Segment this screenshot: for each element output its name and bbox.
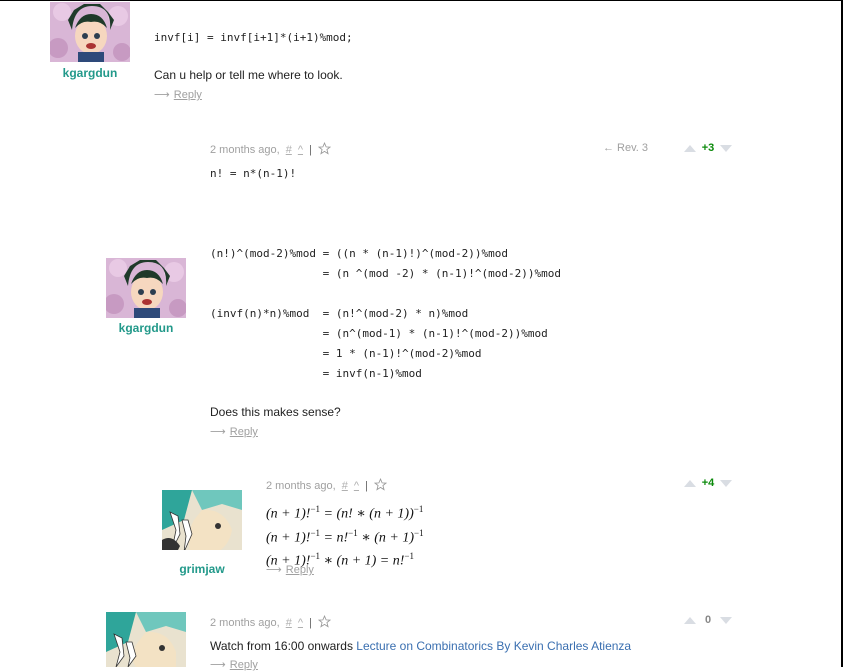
reply-link[interactable]: ⟶ Reply [266, 563, 314, 576]
upvote-icon[interactable] [684, 144, 696, 152]
reply-arrow-icon: ⟶ [266, 564, 282, 576]
top-border [0, 0, 843, 1]
comment-author[interactable]: kgargdun [91, 321, 201, 335]
avatar[interactable] [106, 612, 186, 667]
comment-meta: 2 months ago, # ^ | [266, 478, 387, 492]
comment-time: 2 months ago, [210, 144, 280, 156]
vote-control: +4 [684, 477, 732, 489]
vote-score: 0 [704, 614, 712, 626]
comment-time: 2 months ago, [266, 480, 336, 492]
code-block: n! = n*(n-1)! [210, 167, 297, 180]
star-icon[interactable] [317, 142, 331, 155]
reply-arrow-icon: ⟶ [210, 659, 226, 671]
reply-arrow-icon: ⟶ [154, 89, 170, 101]
comment-author[interactable]: grimjaw [147, 562, 257, 576]
vote-score: +3 [701, 142, 715, 154]
avatar-image [106, 612, 186, 667]
avatar[interactable] [106, 258, 186, 318]
upvote-icon[interactable] [684, 479, 696, 487]
reply-link[interactable]: ⟶ Reply [210, 658, 258, 671]
star-icon[interactable] [373, 478, 387, 491]
reply-link[interactable]: ⟶ Reply [154, 88, 202, 101]
comment-text: Can u help or tell me where to look. [154, 68, 343, 82]
avatar-image [106, 258, 186, 318]
star-icon[interactable] [317, 615, 331, 628]
meta-separator: | [309, 144, 312, 156]
vote-score: +4 [701, 477, 715, 489]
comment-time: 2 months ago, [210, 617, 280, 629]
upvote-icon[interactable] [684, 616, 696, 624]
comment-text: Watch from 16:00 onwards Lecture on Comb… [210, 639, 632, 653]
comment-author[interactable]: kgargdun [35, 66, 145, 80]
permalink-link[interactable]: # [286, 617, 292, 629]
avatar-image [50, 2, 130, 62]
code-block: invf[i] = invf[i+1]*(i+1)%mod; [154, 31, 353, 44]
permalink-link[interactable]: # [342, 480, 348, 492]
math-line: (n + 1)!−1 = n!−1 ∗ (n + 1)−1 [266, 527, 424, 546]
comment-meta: 2 months ago, # ^ | [210, 142, 331, 156]
parent-link[interactable]: ^ [354, 480, 359, 492]
lecture-link[interactable]: Lecture on Combinatorics By Kevin Charle… [356, 639, 631, 653]
meta-separator: | [365, 480, 368, 492]
permalink-link[interactable]: # [286, 144, 292, 156]
comment-meta: 2 months ago, # ^ | [210, 615, 331, 629]
comment-text: Does this makes sense? [210, 405, 341, 419]
avatar[interactable] [162, 490, 242, 550]
downvote-icon[interactable] [720, 479, 732, 487]
parent-link[interactable]: ^ [298, 617, 303, 629]
avatar-image [162, 490, 242, 550]
downvote-icon[interactable] [720, 616, 732, 624]
reply-arrow-icon: ⟶ [210, 426, 226, 438]
avatar[interactable] [50, 2, 130, 62]
reply-link[interactable]: ⟶ Reply [210, 425, 258, 438]
downvote-icon[interactable] [720, 144, 732, 152]
math-formula: (n + 1)!−1 = (n! ∗ (n + 1))−1 (n + 1)!−1… [266, 500, 424, 571]
vote-control: +3 [684, 142, 732, 154]
code-block: (n!)^(mod-2)%mod = ((n * (n-1)!)^(mod-2)… [210, 247, 561, 380]
math-line: (n + 1)!−1 = (n! ∗ (n + 1))−1 [266, 504, 424, 522]
revision-link[interactable]: ← Rev. 3 [603, 142, 648, 154]
meta-separator: | [309, 617, 312, 629]
vote-control: 0 [684, 614, 732, 626]
parent-link[interactable]: ^ [298, 144, 303, 156]
